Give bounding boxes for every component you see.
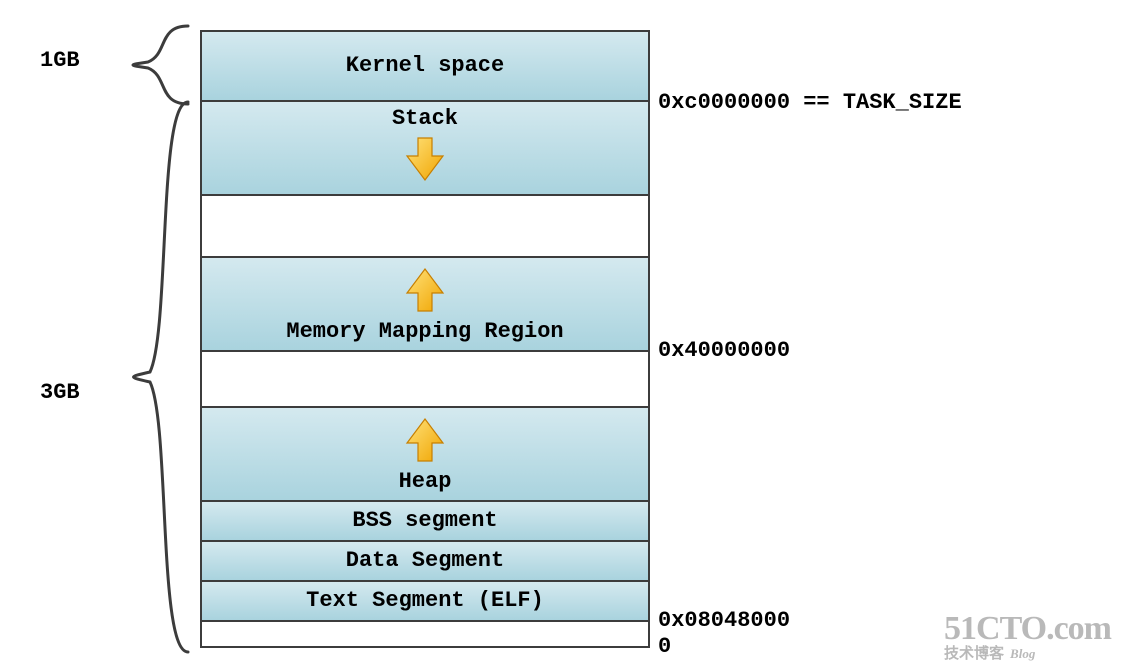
row-kernel-space: Kernel space [202, 32, 648, 102]
bss-label: BSS segment [352, 509, 497, 533]
heap-label: Heap [399, 470, 452, 494]
addr-kernel-boundary: 0xc0000000 == TASK_SIZE [658, 90, 962, 115]
label-1gb: 1GB [40, 48, 80, 73]
watermark-main: 51CTO.com [944, 611, 1111, 647]
mmap-label: Memory Mapping Region [286, 320, 563, 344]
row-stack: Stack [202, 102, 648, 196]
label-3gb: 3GB [40, 380, 80, 405]
row-data-segment: Data Segment [202, 542, 648, 582]
addr-zero: 0 [658, 634, 671, 659]
arrow-down-icon [405, 136, 445, 189]
arrow-up-icon [405, 267, 445, 320]
kernel-space-label: Kernel space [346, 54, 504, 78]
row-gap-mmap-heap [202, 352, 648, 408]
stack-label: Stack [392, 107, 458, 131]
row-bss-segment: BSS segment [202, 502, 648, 542]
brace-3gb [110, 100, 190, 654]
data-label: Data Segment [346, 549, 504, 573]
addr-mmap: 0x40000000 [658, 338, 790, 363]
watermark: 51CTO.com 技术博客 Blog [944, 611, 1111, 662]
row-text-segment: Text Segment (ELF) [202, 582, 648, 622]
watermark-blog: Blog [1010, 647, 1035, 661]
right-address-column: 0xc0000000 == TASK_SIZE 0x40000000 0x080… [650, 30, 1125, 648]
text-label: Text Segment (ELF) [306, 589, 544, 613]
brace-1gb [110, 24, 190, 106]
row-heap: Heap [202, 408, 648, 502]
watermark-sub: 技术博客 [944, 646, 1004, 662]
arrow-up-icon [405, 417, 445, 470]
row-gap-stack-mmap [202, 196, 648, 258]
left-braces-column: 1GB 3GB [10, 30, 200, 648]
row-memory-mapping: Memory Mapping Region [202, 258, 648, 352]
row-bottom-gap [202, 622, 648, 646]
addr-text: 0x08048000 [658, 608, 790, 633]
memory-layout-table: Kernel space Stack [200, 30, 650, 648]
